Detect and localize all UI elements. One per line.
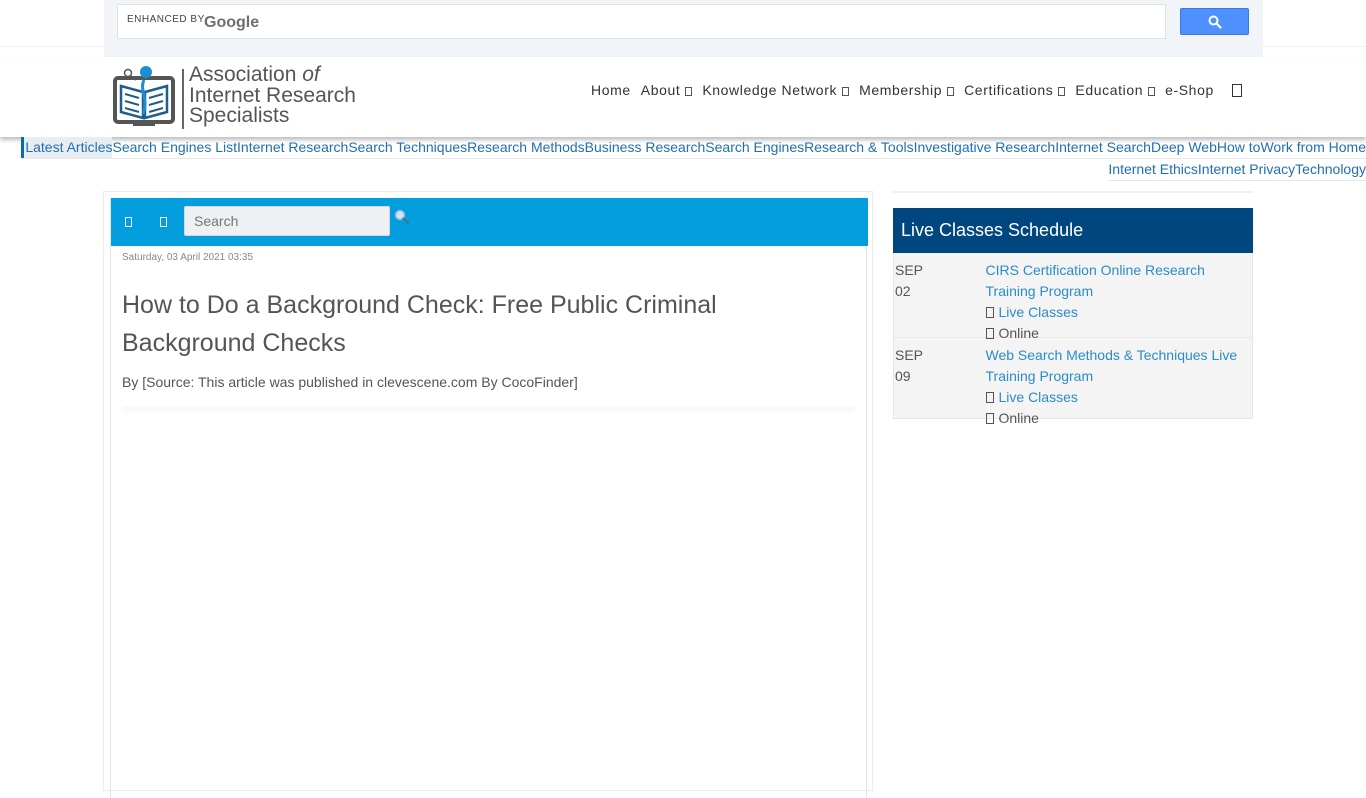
category-business-research[interactable]: Business Research <box>585 137 706 158</box>
menu-icon[interactable] <box>125 217 132 227</box>
nav-knowledge-network[interactable]: Knowledge Network <box>697 82 854 98</box>
nav-certifications[interactable]: Certifications <box>959 82 1070 98</box>
article-search-input[interactable] <box>184 206 390 236</box>
category-row-2: Internet Ethics Internet Privacy Technol… <box>1108 159 1366 181</box>
category-search-engines-list[interactable]: Search Engines List <box>112 137 237 158</box>
category-search-engines[interactable]: Search Engines <box>705 137 804 158</box>
chevron-down-icon <box>1058 87 1066 96</box>
folder-icon <box>985 307 994 318</box>
category-investigative-research[interactable]: Investigative Research <box>914 137 1056 158</box>
category-internet-ethics[interactable]: Internet Ethics <box>1108 159 1198 180</box>
logo-text: Association of Internet Research Special… <box>189 63 356 127</box>
chevron-down-icon <box>685 87 693 96</box>
category-internet-privacy[interactable]: Internet Privacy <box>1198 159 1295 180</box>
category-row-1: Latest Articles Search Engines List Inte… <box>21 137 1366 159</box>
category-bar: Latest Articles Search Engines List Inte… <box>21 137 1366 181</box>
logo-separator <box>182 69 184 129</box>
event-info: Web Search Methods & Techniques Live Tra… <box>985 345 1253 426</box>
event-title-link[interactable]: Web Search Methods & Techniques Live Tra… <box>986 345 1253 387</box>
category-research-tools[interactable]: Research & Tools <box>804 137 913 158</box>
site-header: Association of Internet Research Special… <box>0 57 1366 137</box>
article-title: How to Do a Background Check: Free Publi… <box>122 291 717 357</box>
event-category-link[interactable]: Live Classes <box>985 387 1253 408</box>
category-work-from-home[interactable]: Work from Home <box>1260 137 1366 158</box>
schedule-event: SEP 02 CIRS Certification Online Researc… <box>894 253 1253 341</box>
event-category-link[interactable]: Live Classes <box>985 302 1253 323</box>
site-logo[interactable]: Association of Internet Research Special… <box>113 64 358 130</box>
sidebar-divider <box>893 191 1253 193</box>
logo-book-icon <box>113 66 175 126</box>
article-divider <box>122 406 855 411</box>
main-column: Saturday, 03 April 2021 03:35 How to Do … <box>103 191 873 798</box>
search-icon <box>1208 15 1222 29</box>
article-container: Saturday, 03 April 2021 03:35 How to Do … <box>110 198 868 798</box>
category-research-methods[interactable]: Research Methods <box>467 137 585 158</box>
google-search-button[interactable] <box>1180 8 1249 35</box>
chevron-down-icon <box>842 87 850 96</box>
google-brand: Google <box>204 14 260 31</box>
magnifier-icon[interactable] <box>394 209 410 225</box>
enhanced-by-label: enhanced by <box>127 14 205 25</box>
category-deep-web[interactable]: Deep Web <box>1151 137 1217 158</box>
location-icon <box>985 413 994 424</box>
site-search-input[interactable]: enhanced by Google <box>117 4 1166 39</box>
main-nav: Home About Knowledge Network Membership … <box>586 82 1242 98</box>
nav-home[interactable]: Home <box>586 82 636 98</box>
article-date: Saturday, 03 April 2021 03:35 <box>122 252 254 263</box>
nav-about[interactable]: About <box>636 82 698 98</box>
category-internet-search[interactable]: Internet Search <box>1055 137 1151 158</box>
event-date: SEP 09 <box>895 347 924 384</box>
folder-icon <box>985 392 994 403</box>
category-latest-articles[interactable]: Latest Articles <box>21 137 113 158</box>
category-how-to[interactable]: How to <box>1217 137 1261 158</box>
home-icon[interactable] <box>160 217 167 227</box>
nav-eshop[interactable]: e-Shop <box>1160 82 1219 98</box>
event-location: Online <box>985 323 1253 344</box>
schedule-list: SEP 02 CIRS Certification Online Researc… <box>893 253 1253 426</box>
nav-education[interactable]: Education <box>1070 82 1160 98</box>
article-byline: By [Source: This article was published i… <box>122 374 578 390</box>
nav-membership[interactable]: Membership <box>854 82 959 98</box>
schedule-title: Live Classes Schedule <box>893 208 1253 253</box>
event-location: Online <box>985 408 1253 429</box>
chevron-down-icon <box>1148 87 1156 96</box>
live-classes-schedule: Live Classes Schedule SEP 02 CIRS Certif… <box>893 208 1253 426</box>
location-icon <box>985 328 994 339</box>
schedule-event: SEP 09 Web Search Methods & Techniques L… <box>894 338 1253 426</box>
google-search-bar: enhanced by Google <box>104 0 1263 57</box>
event-date: SEP 02 <box>895 262 924 299</box>
category-technology[interactable]: Technology <box>1295 159 1366 180</box>
category-search-techniques[interactable]: Search Techniques <box>348 137 467 158</box>
event-title-link[interactable]: CIRS Certification Online Research Train… <box>986 260 1253 302</box>
nav-search-icon[interactable] <box>1231 83 1242 97</box>
category-internet-research[interactable]: Internet Research <box>237 137 348 158</box>
article-toolbar <box>111 198 868 246</box>
chevron-down-icon <box>947 87 955 96</box>
event-info: CIRS Certification Online Research Train… <box>985 260 1253 341</box>
